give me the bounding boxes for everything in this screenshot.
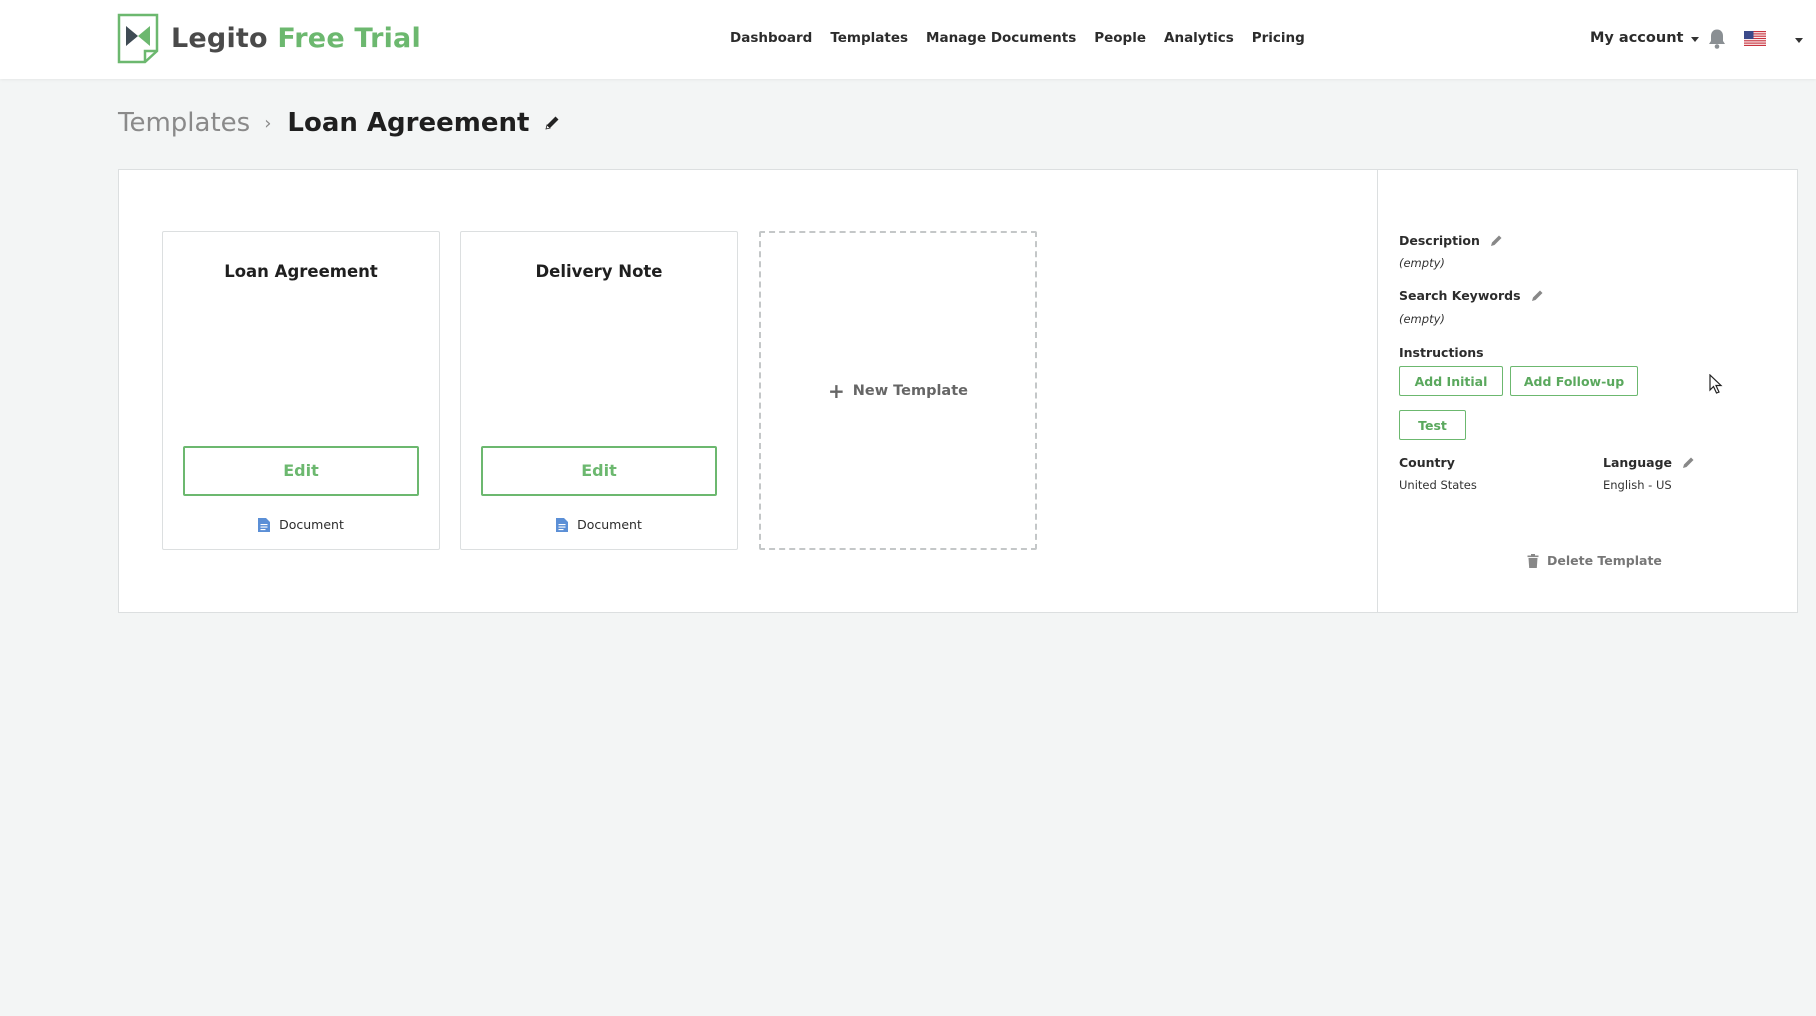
edit-description-pencil-icon[interactable]: [1490, 234, 1503, 247]
language-chevron-down-icon[interactable]: [1795, 38, 1803, 43]
nav-analytics[interactable]: Analytics: [1164, 30, 1234, 46]
chevron-down-icon: [1691, 36, 1700, 42]
language-label: Language: [1603, 455, 1695, 470]
nav-pricing[interactable]: Pricing: [1252, 30, 1305, 46]
country-value: United States: [1399, 478, 1477, 492]
search-keywords-label: Search Keywords: [1399, 288, 1544, 303]
card-type-label: Document: [577, 517, 642, 532]
test-button[interactable]: Test: [1399, 410, 1466, 440]
template-card-loan-agreement: Loan Agreement Edit Document: [162, 231, 440, 550]
document-icon: [556, 517, 569, 532]
nav-people[interactable]: People: [1094, 30, 1146, 46]
add-initial-button[interactable]: Add Initial: [1399, 366, 1503, 396]
card-type: Document: [163, 517, 439, 532]
document-icon: [258, 517, 271, 532]
page-title: Loan Agreement: [287, 108, 530, 138]
card-type: Document: [461, 517, 737, 532]
language-label-text: Language: [1603, 455, 1673, 470]
edit-loan-agreement-button[interactable]: Edit: [183, 446, 419, 496]
new-template-card[interactable]: + New Template: [759, 231, 1037, 550]
edit-delivery-note-button[interactable]: Edit: [481, 446, 717, 496]
my-account-dropdown[interactable]: My account: [1590, 30, 1700, 46]
breadcrumb-separator-icon: ›: [264, 112, 272, 134]
edit-title-pencil-icon[interactable]: [543, 114, 561, 132]
trash-icon: [1527, 553, 1539, 568]
card-title: Loan Agreement: [224, 262, 378, 281]
delete-template-label: Delete Template: [1547, 553, 1662, 568]
nav-templates[interactable]: Templates: [830, 30, 908, 46]
bell-icon[interactable]: [1707, 28, 1727, 50]
instructions-label: Instructions: [1399, 345, 1484, 360]
logo-brand-text: Legito: [171, 23, 268, 54]
description-label-text: Description: [1399, 233, 1480, 248]
template-panel: Loan Agreement Edit Document Delivery No…: [118, 169, 1798, 613]
description-label: Description: [1399, 233, 1503, 248]
nav-dashboard[interactable]: Dashboard: [730, 30, 812, 46]
add-follow-up-button[interactable]: Add Follow-up: [1510, 366, 1638, 396]
card-type-label: Document: [279, 517, 344, 532]
template-card-delivery-note: Delivery Note Edit Document: [460, 231, 738, 550]
legito-logo-icon: [117, 13, 159, 64]
search-keywords-value: (empty): [1399, 312, 1445, 326]
us-flag-icon[interactable]: [1744, 31, 1766, 46]
mouse-cursor-icon: [1709, 374, 1723, 394]
top-navbar: Legito Free Trial Dashboard Templates Ma…: [0, 0, 1816, 79]
edit-keywords-pencil-icon[interactable]: [1531, 289, 1544, 302]
breadcrumb-templates-link[interactable]: Templates: [118, 108, 250, 138]
nav-manage-documents[interactable]: Manage Documents: [926, 30, 1076, 46]
breadcrumb: Templates › Loan Agreement: [118, 108, 561, 138]
panel-divider: [1377, 170, 1378, 612]
logo[interactable]: Legito Free Trial: [117, 13, 421, 64]
country-label: Country: [1399, 455, 1455, 470]
delete-template-button[interactable]: Delete Template: [1527, 553, 1662, 568]
description-value: (empty): [1399, 256, 1445, 270]
new-template-label: New Template: [852, 382, 968, 399]
search-keywords-label-text: Search Keywords: [1399, 288, 1521, 303]
edit-language-pencil-icon[interactable]: [1682, 456, 1695, 469]
language-value: English - US: [1603, 478, 1672, 492]
plus-icon: +: [828, 378, 845, 403]
main-nav: Dashboard Templates Manage Documents Peo…: [730, 30, 1323, 46]
card-title: Delivery Note: [535, 262, 663, 281]
my-account-label: My account: [1590, 30, 1684, 46]
logo-accent-text: Free Trial: [277, 23, 421, 54]
